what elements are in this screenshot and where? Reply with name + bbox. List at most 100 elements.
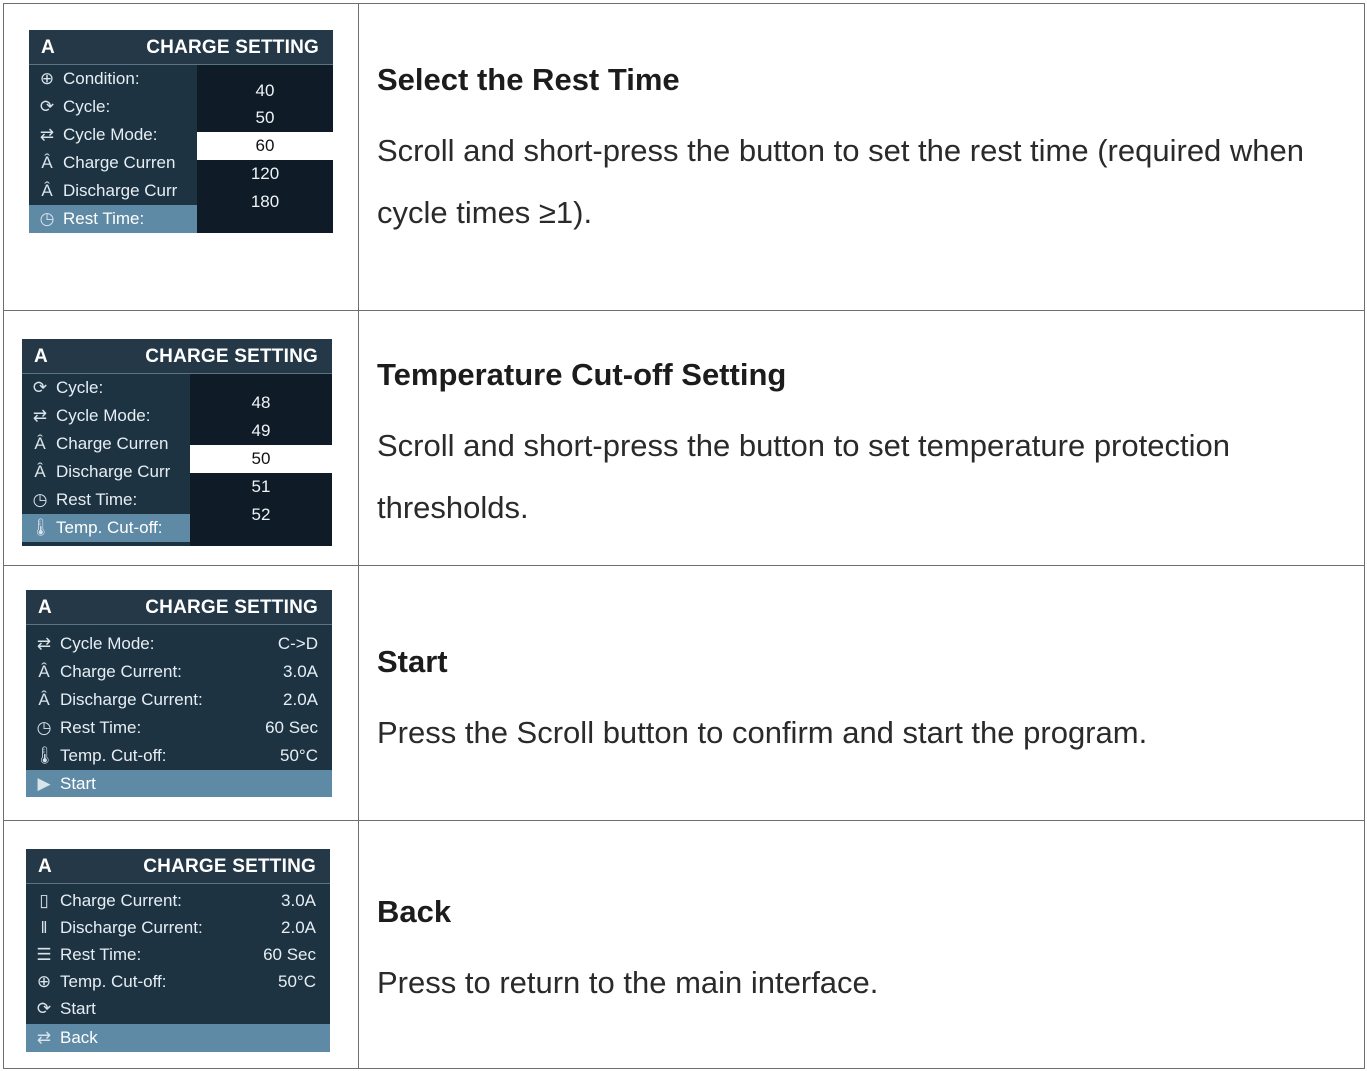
picker-option[interactable]: 49 xyxy=(190,417,332,445)
menu-item[interactable]: ⇄ Cycle Mode: xyxy=(29,121,197,149)
cycle-mode-icon: ⇄ xyxy=(36,634,52,653)
charge-current-icon: Â xyxy=(38,662,50,681)
picker-option[interactable]: 50 xyxy=(197,104,333,132)
menu-item[interactable]: ⇄ Cycle Mode: xyxy=(22,402,190,430)
row-body: Scroll and short-press the button to set… xyxy=(377,133,1305,230)
menu-item-label: Discharge Curr xyxy=(56,462,171,481)
table-row-back: A CHARGE SETTING ▯ Charge Current: 3.0A ‖ D… xyxy=(4,821,1364,1070)
menu-item-selected[interactable]: 🌡 Temp. Cut-off: xyxy=(22,514,190,542)
screen-title: CHARGE SETTING xyxy=(145,597,318,618)
menu-item[interactable]: ⟳ Cycle: xyxy=(29,93,197,121)
device-screen-start: A CHARGE SETTING ⇄ Cycle Mode: C->D Â Charg… xyxy=(26,590,332,797)
menu-item-label: Temp. Cut-off: xyxy=(60,972,167,991)
row-title: Back xyxy=(377,894,452,929)
menu-item[interactable]: Â Charge Curren xyxy=(29,149,197,177)
table-row-rest-time: A CHARGE SETTING ⊕ Condition: ⟳ Cycle: ⇄ Cy… xyxy=(4,4,1364,311)
channel-label: A xyxy=(41,37,55,58)
rest-time-icon: ◷ xyxy=(39,209,55,228)
menu-item[interactable]: Â Charge Current: 3.0A xyxy=(26,658,332,686)
menu-item[interactable]: Â Charge Curren xyxy=(22,430,190,458)
row-text: Temperature Cut-off Setting Scroll and s… xyxy=(377,357,1354,539)
thermometer-icon: 🌡 xyxy=(30,518,52,537)
menu-item[interactable]: ⟳ Cycle: xyxy=(22,374,190,402)
menu-item-selected[interactable]: ◷ Rest Time: xyxy=(29,205,197,233)
picker-option[interactable]: 40 xyxy=(197,77,333,105)
menu-item-value: 60 Sec xyxy=(265,718,318,737)
menu-item-label: Temp. Cut-off: xyxy=(60,746,167,765)
value-picker[interactable]: 48 49 50 51 52 xyxy=(190,374,332,546)
menu-item-label: Rest Time: xyxy=(63,209,145,228)
menu-item[interactable]: ☰ Rest Time: 60 Sec xyxy=(26,941,330,969)
menu-item-label: Rest Time: xyxy=(60,945,142,964)
picker-option-selected[interactable]: 50 xyxy=(190,445,332,473)
menu-item-label: Condition: xyxy=(63,69,140,88)
menu-item-label: Temp. Cut-off: xyxy=(56,518,163,537)
menu-item-value: 50°C xyxy=(280,746,318,765)
condition-icon: ⊕ xyxy=(39,69,55,88)
menu-list: ⊕ Condition: ⟳ Cycle: ⇄ Cycle Mode: Â Charge… xyxy=(29,65,197,233)
menu-item-value: C->D xyxy=(277,634,318,653)
menu-item-label: Cycle Mode: xyxy=(56,406,151,425)
row-body: Press to return to the main interface. xyxy=(377,965,879,1000)
menu-item[interactable]: ◷ Rest Time: 60 Sec xyxy=(26,714,332,742)
menu-item-label: Charge Curren xyxy=(56,434,169,453)
menu-item-label: Start xyxy=(60,774,96,793)
menu-item-label: Charge Curren xyxy=(63,153,176,172)
menu-item[interactable]: ⊕ Temp. Cut-off: 50°C xyxy=(26,968,330,996)
condition-icon: ⊕ xyxy=(36,972,52,991)
thermometer-icon: 🌡 xyxy=(34,746,56,765)
menu-item[interactable]: ⟳ Start xyxy=(26,995,330,1023)
menu-item[interactable]: ▯ Charge Current: 3.0A xyxy=(26,887,330,915)
menu-item-label: Rest Time: xyxy=(56,490,138,509)
screen-header: A CHARGE SETTING xyxy=(26,590,332,625)
picker-option[interactable]: 120 xyxy=(197,160,333,188)
menu-item-label: Cycle: xyxy=(63,97,111,116)
menu-item[interactable]: Â Discharge Current: 2.0A xyxy=(26,686,332,714)
menu-item-label: Cycle: xyxy=(56,378,104,397)
picker-option[interactable]: 48 xyxy=(190,389,332,417)
device-screen-back: A CHARGE SETTING ▯ Charge Current: 3.0A ‖ D… xyxy=(26,849,330,1052)
rest-time-icon: ◷ xyxy=(36,718,52,737)
charge-current-icon: Â xyxy=(34,434,46,453)
menu-item-label: Rest Time: xyxy=(60,718,142,737)
menu-item[interactable]: ⊕ Condition: xyxy=(29,65,197,93)
screen-header: A CHARGE SETTING xyxy=(22,339,332,374)
menu-item[interactable]: ◷ Rest Time: xyxy=(22,486,190,514)
menu-item[interactable]: ⇄ Cycle Mode: C->D xyxy=(26,630,332,658)
menu-item-value: 3.0A xyxy=(281,891,316,910)
picker-option-selected[interactable]: 60 xyxy=(197,132,333,160)
menu-item-label: Discharge Curr xyxy=(63,181,178,200)
menu-item[interactable]: ‖ Discharge Current: 2.0A xyxy=(26,914,330,942)
picker-option[interactable]: 51 xyxy=(190,473,332,501)
menu-item-label: Cycle Mode: xyxy=(60,634,155,653)
table-row-temp-cutoff: A CHARGE SETTING ⟳ Cycle: ⇄ Cycle Mode: ÂC… xyxy=(4,311,1364,566)
menu-item-selected[interactable]: ⇄ Back xyxy=(26,1024,330,1052)
battery-icon: ▯ xyxy=(39,891,49,910)
channel-label: A xyxy=(38,856,52,877)
picker-option[interactable]: 180 xyxy=(197,188,333,216)
picker-option[interactable]: 52 xyxy=(190,501,332,529)
discharge-current-icon: Â xyxy=(38,690,50,709)
discharge-bars-icon: ‖ xyxy=(40,918,48,937)
charge-current-icon: Â xyxy=(41,153,53,172)
menu-item[interactable]: Â Discharge Curr xyxy=(22,458,190,486)
discharge-current-icon: Â xyxy=(41,181,53,200)
screen-header: A CHARGE SETTING xyxy=(29,30,333,65)
menu-item-value: 3.0A xyxy=(283,662,318,681)
screen-title: CHARGE SETTING xyxy=(143,856,316,877)
menu-item-selected[interactable]: ▶ Start xyxy=(26,770,332,797)
menu-item-label: Back xyxy=(60,1028,98,1047)
device-screen-rest-time: A CHARGE SETTING ⊕ Condition: ⟳ Cycle: ⇄ Cy… xyxy=(29,30,333,233)
screen-header: A CHARGE SETTING xyxy=(26,849,330,884)
channel-label: A xyxy=(34,346,48,367)
list-icon: ☰ xyxy=(36,945,52,964)
menu-item-label: Discharge Current: xyxy=(60,690,203,709)
menu-list: ⟳ Cycle: ⇄ Cycle Mode: Â Charge Curren Â Dis… xyxy=(22,374,190,546)
cycle-icon: ⟳ xyxy=(39,97,55,116)
menu-item[interactable]: 🌡 Temp. Cut-off: 50°C xyxy=(26,742,332,770)
value-picker[interactable]: 40 50 60 120 180 xyxy=(197,65,333,233)
menu-item-label: Cycle Mode: xyxy=(63,125,158,144)
menu-item[interactable]: Â Discharge Curr xyxy=(29,177,197,205)
menu-item-label: Discharge Current: xyxy=(60,918,203,937)
row-body: Scroll and short-press the button to set… xyxy=(377,428,1230,525)
